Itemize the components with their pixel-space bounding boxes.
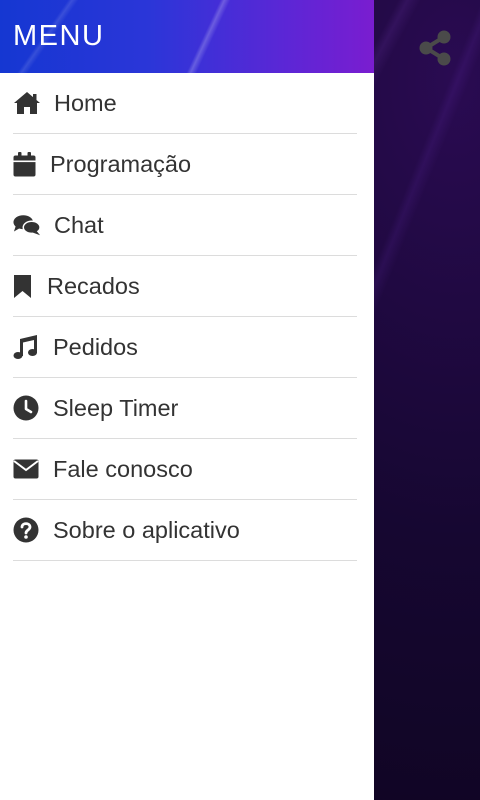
- menu-item-pedidos[interactable]: Pedidos: [13, 317, 357, 378]
- menu-label-chat: Chat: [54, 211, 104, 238]
- home-icon: [13, 89, 41, 117]
- menu-item-home[interactable]: Home: [13, 73, 357, 134]
- menu-item-sleep-timer[interactable]: Sleep Timer: [13, 378, 357, 439]
- clock-icon: [13, 394, 40, 422]
- menu-item-fale-conosco[interactable]: Fale conosco: [13, 439, 357, 500]
- menu-item-recados[interactable]: Recados: [13, 256, 357, 317]
- menu-label-fale-conosco: Fale conosco: [53, 455, 193, 482]
- chat-bubbles-icon: [13, 211, 41, 239]
- menu-label-recados: Recados: [47, 272, 140, 299]
- menu-item-programacao[interactable]: Programação: [13, 134, 357, 195]
- music-note-icon: [13, 333, 40, 361]
- bookmark-icon: [13, 272, 34, 300]
- share-button[interactable]: [414, 27, 456, 69]
- share-icon: [419, 30, 451, 66]
- menu-item-sobre[interactable]: Sobre o aplicativo: [13, 500, 357, 561]
- menu-item-chat[interactable]: Chat: [13, 195, 357, 256]
- navigation-drawer: MENU Home Programação Chat Recados Pedid…: [0, 0, 374, 800]
- menu-label-pedidos: Pedidos: [53, 333, 138, 360]
- menu-label-sleep-timer: Sleep Timer: [53, 394, 179, 421]
- envelope-icon: [13, 455, 40, 483]
- question-circle-icon: [13, 516, 40, 544]
- drawer-header: MENU: [0, 0, 374, 73]
- menu-list: Home Programação Chat Recados Pedidos Sl…: [0, 73, 374, 561]
- calendar-icon: [13, 150, 37, 178]
- menu-label-programacao: Programação: [50, 150, 192, 177]
- menu-label-sobre: Sobre o aplicativo: [53, 516, 240, 543]
- drawer-title: MENU: [13, 20, 105, 52]
- menu-label-home: Home: [54, 89, 117, 116]
